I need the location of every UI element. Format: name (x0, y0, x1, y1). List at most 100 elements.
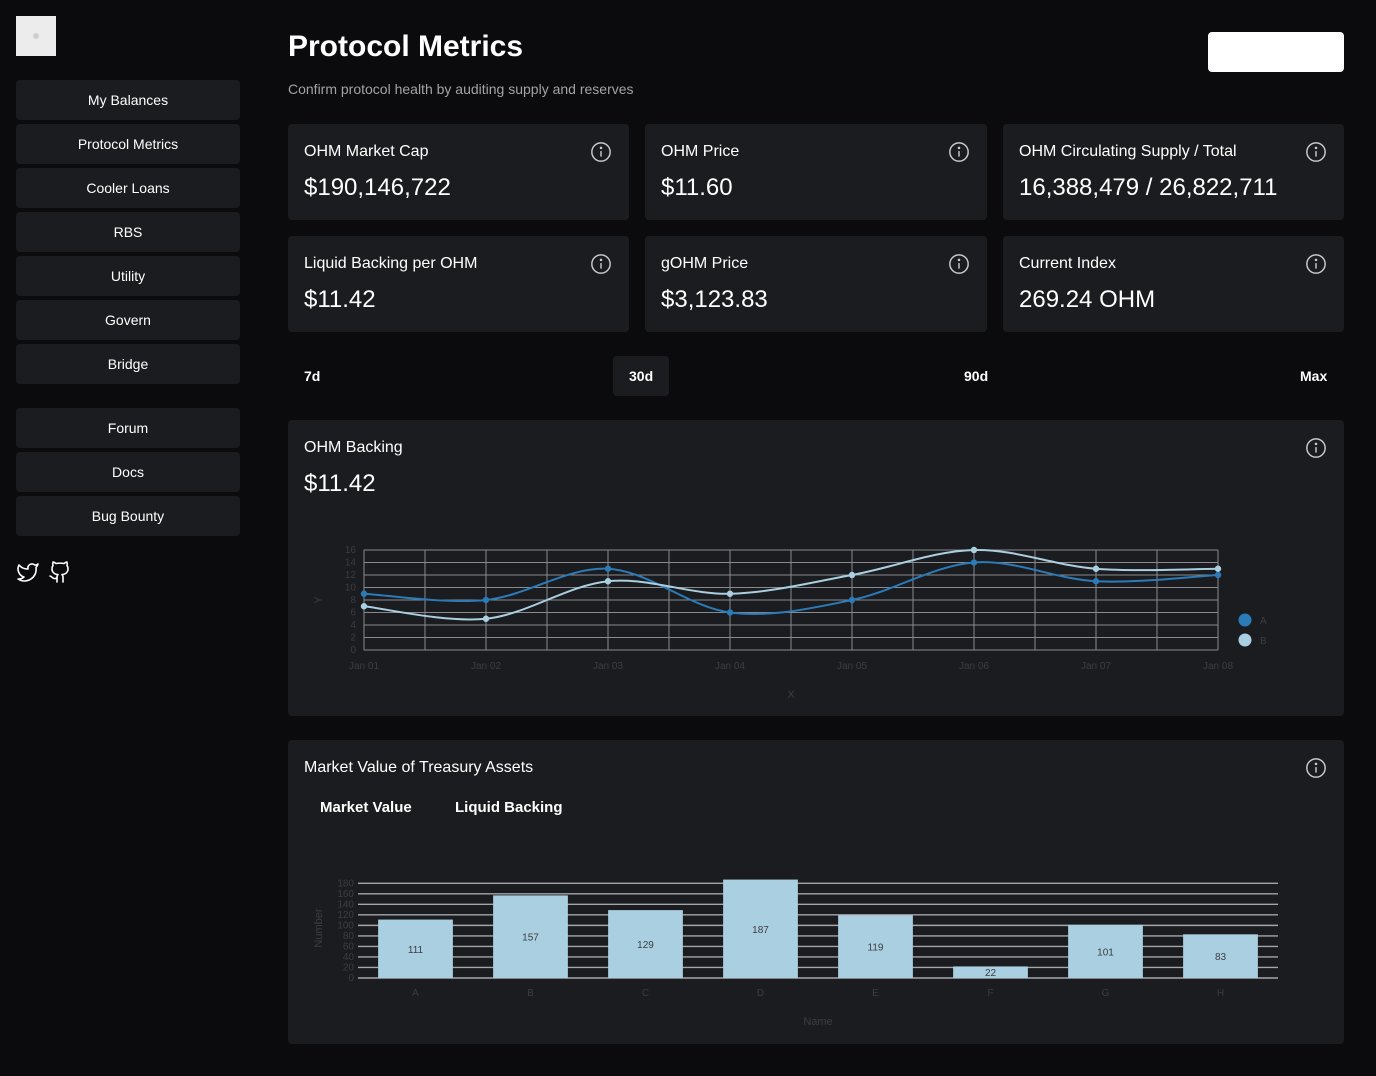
metric-value: 269.24 OHM (1019, 286, 1156, 313)
metric-card-ohm-price: OHM Price $11.60 (645, 124, 987, 220)
y-axis-label: Number (313, 908, 325, 947)
app-logo[interactable] (16, 16, 56, 56)
info-icon[interactable] (590, 253, 612, 275)
page-subtitle: Confirm protocol health by auditing supp… (288, 81, 634, 97)
y-tick-label: 140 (337, 899, 354, 910)
nav-protocol-metrics[interactable]: Protocol Metrics (16, 124, 240, 164)
series-line-a (363, 561, 1219, 615)
x-tick-label: F (987, 988, 993, 999)
y-tick-label: 80 (343, 931, 355, 942)
x-tick-label: H (1217, 988, 1224, 999)
info-icon[interactable] (948, 253, 970, 275)
nav-my-balances[interactable]: My Balances (16, 80, 240, 120)
nav-govern[interactable]: Govern (16, 300, 240, 340)
metric-value: 16,388,479 / 26,822,711 (1019, 174, 1278, 201)
nav-utility[interactable]: Utility (16, 256, 240, 296)
range-max[interactable]: Max (1300, 356, 1327, 396)
info-icon[interactable] (1305, 437, 1327, 459)
connect-wallet-button[interactable] (1208, 32, 1344, 72)
legend-marker (1238, 613, 1252, 627)
backing-line-chart: 02 46 810 1214 16 Jan 01 Jan 02 Jan 03 Jan 04 Jan… (313, 545, 1267, 701)
data-point (1092, 578, 1100, 585)
bar-value-label: 129 (637, 940, 654, 951)
metric-card-circulating-supply: OHM Circulating Supply / Total 16,388,47… (1003, 124, 1344, 220)
range-30d[interactable]: 30d (613, 356, 670, 396)
nav-cooler-loans[interactable]: Cooler Loans (16, 168, 240, 208)
backing-chart-card: OHM Backing $11.42 0 2 4 6 8 10 12 14 16 Jan 01 Ja… (288, 420, 1344, 716)
x-tick-label: Jan 05 (837, 661, 867, 672)
data-point (1214, 565, 1222, 572)
y-tick-label: 12 (345, 570, 357, 581)
info-icon[interactable] (948, 141, 970, 163)
y-tick-label: 0 (350, 645, 356, 656)
bar-value-label: 187 (752, 925, 769, 936)
y-tick-label: 14 (345, 558, 357, 569)
data-point (482, 596, 490, 604)
metric-card-market-cap: OHM Market Cap $190,146,722 (288, 124, 629, 220)
x-tick-label: A (412, 988, 419, 999)
x-tick-label: Jan 08 (1203, 661, 1233, 672)
data-point (604, 578, 612, 585)
data-point (604, 565, 612, 572)
x-tick-label: Jan 07 (1081, 661, 1111, 672)
metric-value: $11.60 (661, 174, 733, 201)
y-tick-label: 8 (350, 595, 356, 606)
y-tick-label: 4 (350, 620, 356, 631)
metric-label: gOHM Price (661, 255, 749, 272)
nav-bridge[interactable]: Bridge (16, 344, 240, 384)
metric-value: $3,123.83 (661, 286, 768, 313)
info-icon[interactable] (1305, 141, 1327, 163)
link-docs[interactable]: Docs (16, 452, 240, 492)
range-90d[interactable]: 90d (964, 356, 988, 396)
data-point (970, 546, 978, 554)
y-tick-label: 60 (343, 941, 355, 952)
y-tick-label: 16 (345, 545, 357, 556)
bar-value-label: 111 (408, 945, 424, 956)
x-axis-label: Name (803, 1016, 832, 1028)
range-7d[interactable]: 7d (304, 356, 320, 396)
legend-label: A (1260, 616, 1267, 627)
y-tick-label: 120 (337, 910, 354, 921)
treasury-chart-card: Market Value of Treasury Assets 0 20 40 60 8… (288, 740, 1344, 1044)
x-tick-label: Jan 06 (959, 661, 989, 672)
x-tick-label: Jan 04 (715, 661, 745, 672)
y-axis-label: Y (313, 596, 325, 604)
tab-liquid-backing[interactable]: Liquid Backing (455, 799, 563, 816)
metric-value: $11.42 (304, 286, 376, 313)
chart-value: $11.42 (304, 470, 376, 497)
info-icon[interactable] (1305, 253, 1327, 275)
y-tick-label: 100 (337, 920, 354, 931)
x-tick-label: Jan 02 (471, 661, 501, 672)
x-tick-label: C (642, 988, 649, 999)
link-bug-bounty[interactable]: Bug Bounty (16, 496, 240, 536)
metric-label: Current Index (1019, 255, 1116, 272)
x-tick-label: Jan 01 (349, 661, 379, 672)
data-point (970, 559, 978, 566)
data-point (360, 603, 368, 610)
data-point (726, 609, 734, 616)
tab-market-value[interactable]: Market Value (320, 799, 412, 816)
legend-marker (1238, 633, 1252, 647)
x-tick-label: B (527, 988, 534, 999)
github-icon[interactable] (48, 560, 72, 584)
y-tick-label: 40 (343, 952, 355, 963)
page-title: Protocol Metrics (288, 30, 524, 63)
link-forum[interactable]: Forum (16, 408, 240, 448)
twitter-icon[interactable] (16, 560, 40, 584)
y-tick-label: 10 (345, 583, 357, 594)
x-tick-label: G (1102, 988, 1110, 999)
metric-card-liquid-backing: Liquid Backing per OHM $11.42 (288, 236, 629, 332)
x-tick-label: E (872, 988, 879, 999)
bar-value-label: 83 (1215, 952, 1227, 963)
metric-label: OHM Market Cap (304, 143, 429, 160)
metric-value: $190,146,722 (304, 174, 451, 201)
info-icon[interactable] (590, 141, 612, 163)
y-tick-label: 160 (337, 889, 354, 900)
x-tick-label: Jan 03 (593, 661, 623, 672)
y-tick-label: 180 (337, 878, 354, 889)
bar-value-label: 22 (985, 968, 997, 979)
legend-label: B (1260, 636, 1267, 647)
metric-label: OHM Price (661, 143, 740, 160)
y-tick-label: 0 (348, 973, 354, 984)
nav-rbs[interactable]: RBS (16, 212, 240, 252)
